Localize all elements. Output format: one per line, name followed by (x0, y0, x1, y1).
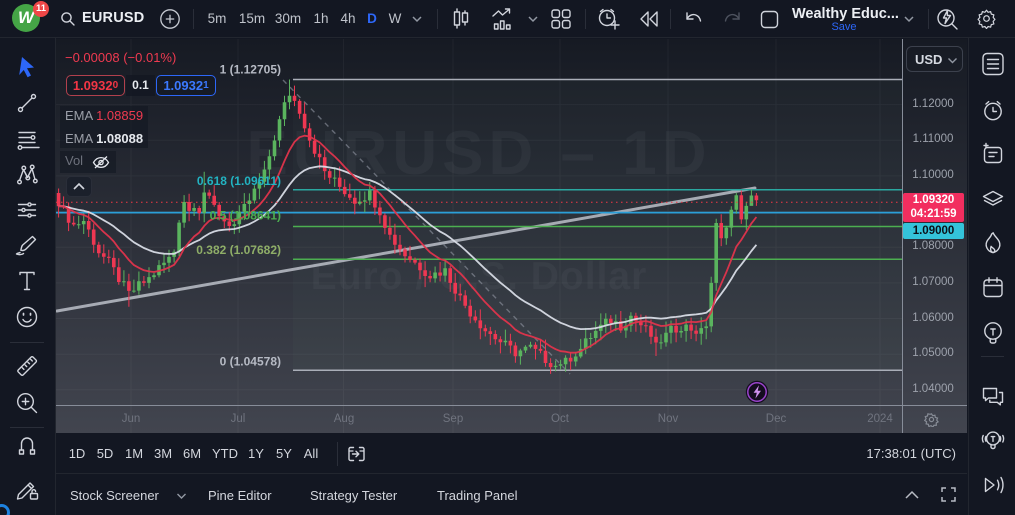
svg-text:0.618 (1.09611): 0.618 (1.09611) (197, 174, 281, 188)
svg-text:1 (1.12705): 1 (1.12705) (220, 63, 281, 77)
svg-text:0 (1.04578): 0 (1.04578) (220, 355, 281, 369)
svg-text:0.382 (1.07682): 0.382 (1.07682) (196, 243, 281, 257)
svg-text:0.5 (1.08641): 0.5 (1.08641) (210, 209, 281, 223)
